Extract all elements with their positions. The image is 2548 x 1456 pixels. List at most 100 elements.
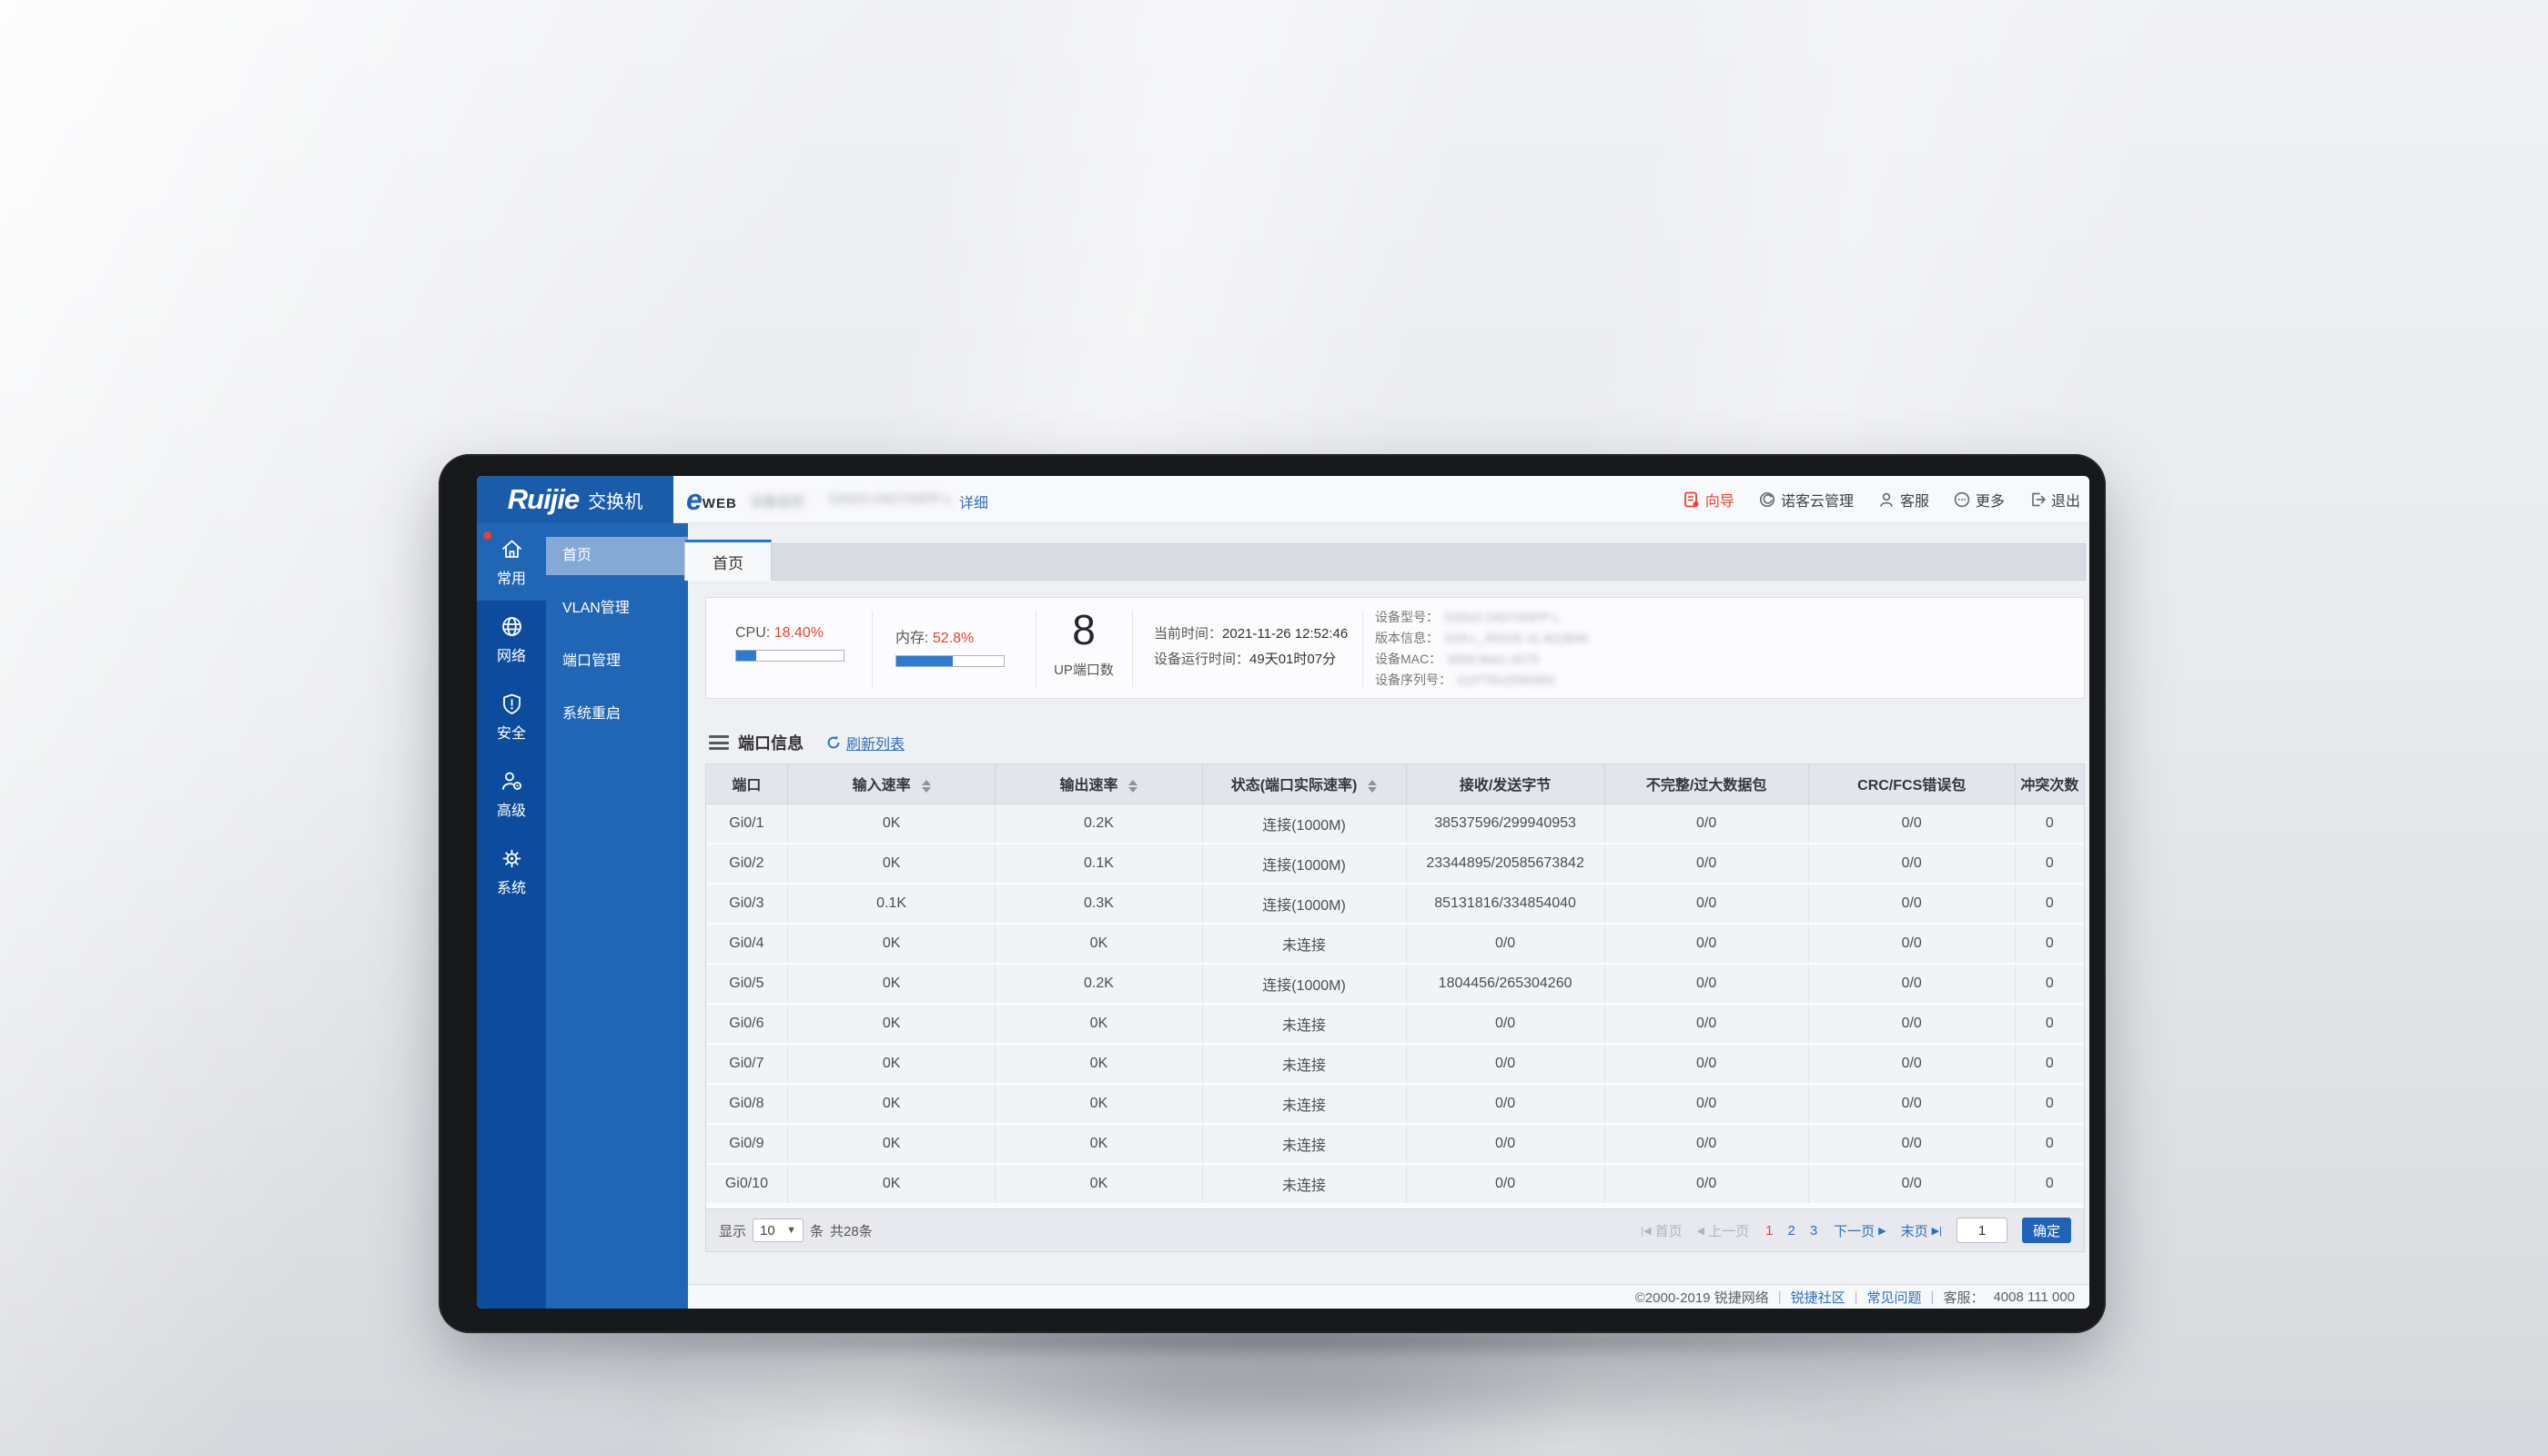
page-size-select[interactable]: 10 ▼ (753, 1218, 804, 1242)
table-cell: 0/0 (1406, 1044, 1604, 1084)
cloud-button[interactable]: 诺客云管理 (1758, 489, 1854, 511)
up-ports-section: 8 UP端口数 (1034, 598, 1134, 700)
display-label: 显示 (719, 1221, 746, 1240)
table-row: Gi0/40K0K未连接0/00/00/00 (706, 924, 2084, 964)
goto-page-input[interactable] (1956, 1218, 2007, 1243)
table-cell: Gi0/7 (706, 1044, 787, 1084)
sidebar-item-system[interactable]: 系统 (477, 833, 546, 910)
last-page-button[interactable]: 末页▶| (1901, 1221, 1942, 1240)
notification-dot (483, 531, 491, 540)
table-cell: 0/0 (1406, 1164, 1604, 1204)
sidebar-item-label: 网络 (497, 643, 526, 665)
menu-item[interactable]: 首页 (546, 537, 688, 575)
overview-panel: CPU: 18.40% 内存: 52.8% 8 UP端口数 当 (705, 597, 2085, 699)
table-cell: 0/0 (1808, 924, 2015, 964)
system-icon (500, 846, 524, 871)
sidebar-item-network[interactable]: 网络 (477, 601, 546, 678)
service-label: 客服： (1943, 1288, 1984, 1307)
sort-icon[interactable] (1368, 780, 1377, 793)
memory-section: 内存: 52.8% (895, 625, 1005, 727)
network-icon (500, 614, 524, 639)
device-info-line: 设备序列号：G1PT6VZ000301 (1375, 670, 1589, 691)
time-section: 当前时间：2021-11-26 12:52:46 设备运行时间：49天01时07… (1154, 622, 1348, 723)
table-cell: 0/0 (1406, 924, 1604, 964)
sort-up-icon (922, 780, 931, 785)
more-label: 更多 (1976, 489, 2005, 511)
table-cell: 0K (996, 1164, 1202, 1204)
cpu-progress-fill (736, 651, 756, 661)
logout-button[interactable]: 退出 (2028, 489, 2080, 511)
footer-link[interactable]: 常见问题 (1867, 1288, 1922, 1307)
device-info-value: 300d.9ee1.4275 (1447, 652, 1539, 666)
page-number-3[interactable]: 3 (1808, 1223, 1819, 1239)
sidebar-item-advanced[interactable]: 高级 (477, 755, 546, 833)
column-header[interactable]: 状态(端口实际速率) (1202, 764, 1406, 804)
table-cell: 0/0 (1604, 1164, 1808, 1204)
table-cell: Gi0/10 (706, 1164, 787, 1204)
table-row: Gi0/50K0.2K连接(1000M)1804456/2653042600/0… (706, 964, 2084, 1004)
table-cell: 0/0 (1604, 884, 1808, 924)
page-number-2[interactable]: 2 (1785, 1223, 1796, 1239)
table-header-row: 端口输入速率输出速率状态(端口实际速率)接收/发送字节不完整/过大数据包CRC/… (706, 764, 2084, 804)
table-cell: 0/0 (1808, 1044, 2015, 1084)
sort-icon[interactable] (1128, 780, 1138, 793)
menu-item[interactable]: 系统重启 (546, 695, 688, 733)
prev-page-button[interactable]: ◀上一页 (1697, 1221, 1749, 1240)
support-button[interactable]: 客服 (1877, 489, 1929, 511)
table-cell: 未连接 (1202, 1004, 1406, 1044)
table-cell: 0/0 (1808, 804, 2015, 844)
table-cell: 23344895/20585673842 (1406, 844, 1604, 884)
first-page-button[interactable]: |◀首页 (1641, 1221, 1682, 1240)
table-cell: 85131816/334854040 (1406, 884, 1604, 924)
page-size-value: 10 (760, 1223, 775, 1239)
menu-burger-icon[interactable] (709, 735, 729, 750)
table-cell: Gi0/8 (706, 1084, 787, 1124)
eweb-e-glyph: e (686, 485, 703, 514)
table-cell: 0/0 (1808, 1164, 2015, 1204)
device-info-line: 设备MAC： 300d.9ee1.4275 (1375, 649, 1589, 670)
device-info-label: 设备MAC： (1375, 652, 1441, 666)
port-table: 端口输入速率输出速率状态(端口实际速率)接收/发送字节不完整/过大数据包CRC/… (706, 764, 2084, 1205)
current-time-label: 当前时间： (1154, 626, 1222, 642)
refresh-list-button[interactable]: 刷新列表 (825, 732, 905, 753)
sidebar-item-security[interactable]: 安全 (477, 678, 546, 755)
common-icon (500, 537, 524, 561)
sidebar-item-common[interactable]: 常用 (477, 523, 546, 601)
table-cell: 0/0 (1808, 1084, 2015, 1124)
table-cell: 0K (787, 1164, 996, 1204)
sort-icon[interactable] (922, 780, 931, 793)
wizard-button[interactable]: 向导 (1683, 489, 1734, 511)
sort-up-icon (1368, 780, 1377, 785)
table-cell: Gi0/4 (706, 924, 787, 964)
support-label: 客服 (1900, 489, 1929, 511)
table-cell: Gi0/2 (706, 844, 787, 884)
footer-link[interactable]: 锐捷社区 (1791, 1288, 1845, 1307)
column-header[interactable]: 输入速率 (787, 764, 996, 804)
last-page-icon: ▶| (1932, 1225, 1942, 1237)
page-number-1[interactable]: 1 (1764, 1223, 1774, 1239)
detail-link[interactable]: 详细 (959, 490, 988, 512)
menu-item[interactable]: VLAN管理 (546, 590, 688, 628)
table-cell: 0 (2015, 1004, 2084, 1044)
more-button[interactable]: 更多 (1953, 489, 2005, 511)
device-info-line: 设备型号：S2910-24GT4SFP-L (1375, 607, 1589, 628)
sort-up-icon (1128, 780, 1138, 785)
confirm-button[interactable]: 确定 (2022, 1218, 2071, 1243)
table-cell: 0 (2015, 964, 2084, 1004)
column-header: CRC/FCS错误包 (1808, 764, 2015, 804)
next-page-button[interactable]: 下一页▶ (1834, 1221, 1886, 1240)
column-header[interactable]: 输出速率 (996, 764, 1202, 804)
tab-home[interactable]: 首页 (684, 540, 772, 581)
refresh-list-label: 刷新列表 (846, 732, 905, 753)
menu-item[interactable]: 端口管理 (546, 642, 688, 681)
column-header-label: 输出速率 (1059, 778, 1117, 794)
blurred-device-label: 设备监控 (750, 491, 804, 510)
table-cell: 0K (787, 1084, 996, 1124)
cloud-label: 诺客云管理 (1781, 489, 1854, 511)
pager-controls: |◀首页 ◀上一页 123 下一页▶ 末页▶| 确定 (1641, 1218, 2071, 1243)
table-cell: 连接(1000M) (1202, 964, 1406, 1004)
table-cell: 0 (2015, 804, 2084, 844)
table-cell: Gi0/3 (706, 884, 787, 924)
footer-separator: | (1931, 1289, 1935, 1305)
service-phone: 4008 111 000 (1993, 1289, 2075, 1305)
